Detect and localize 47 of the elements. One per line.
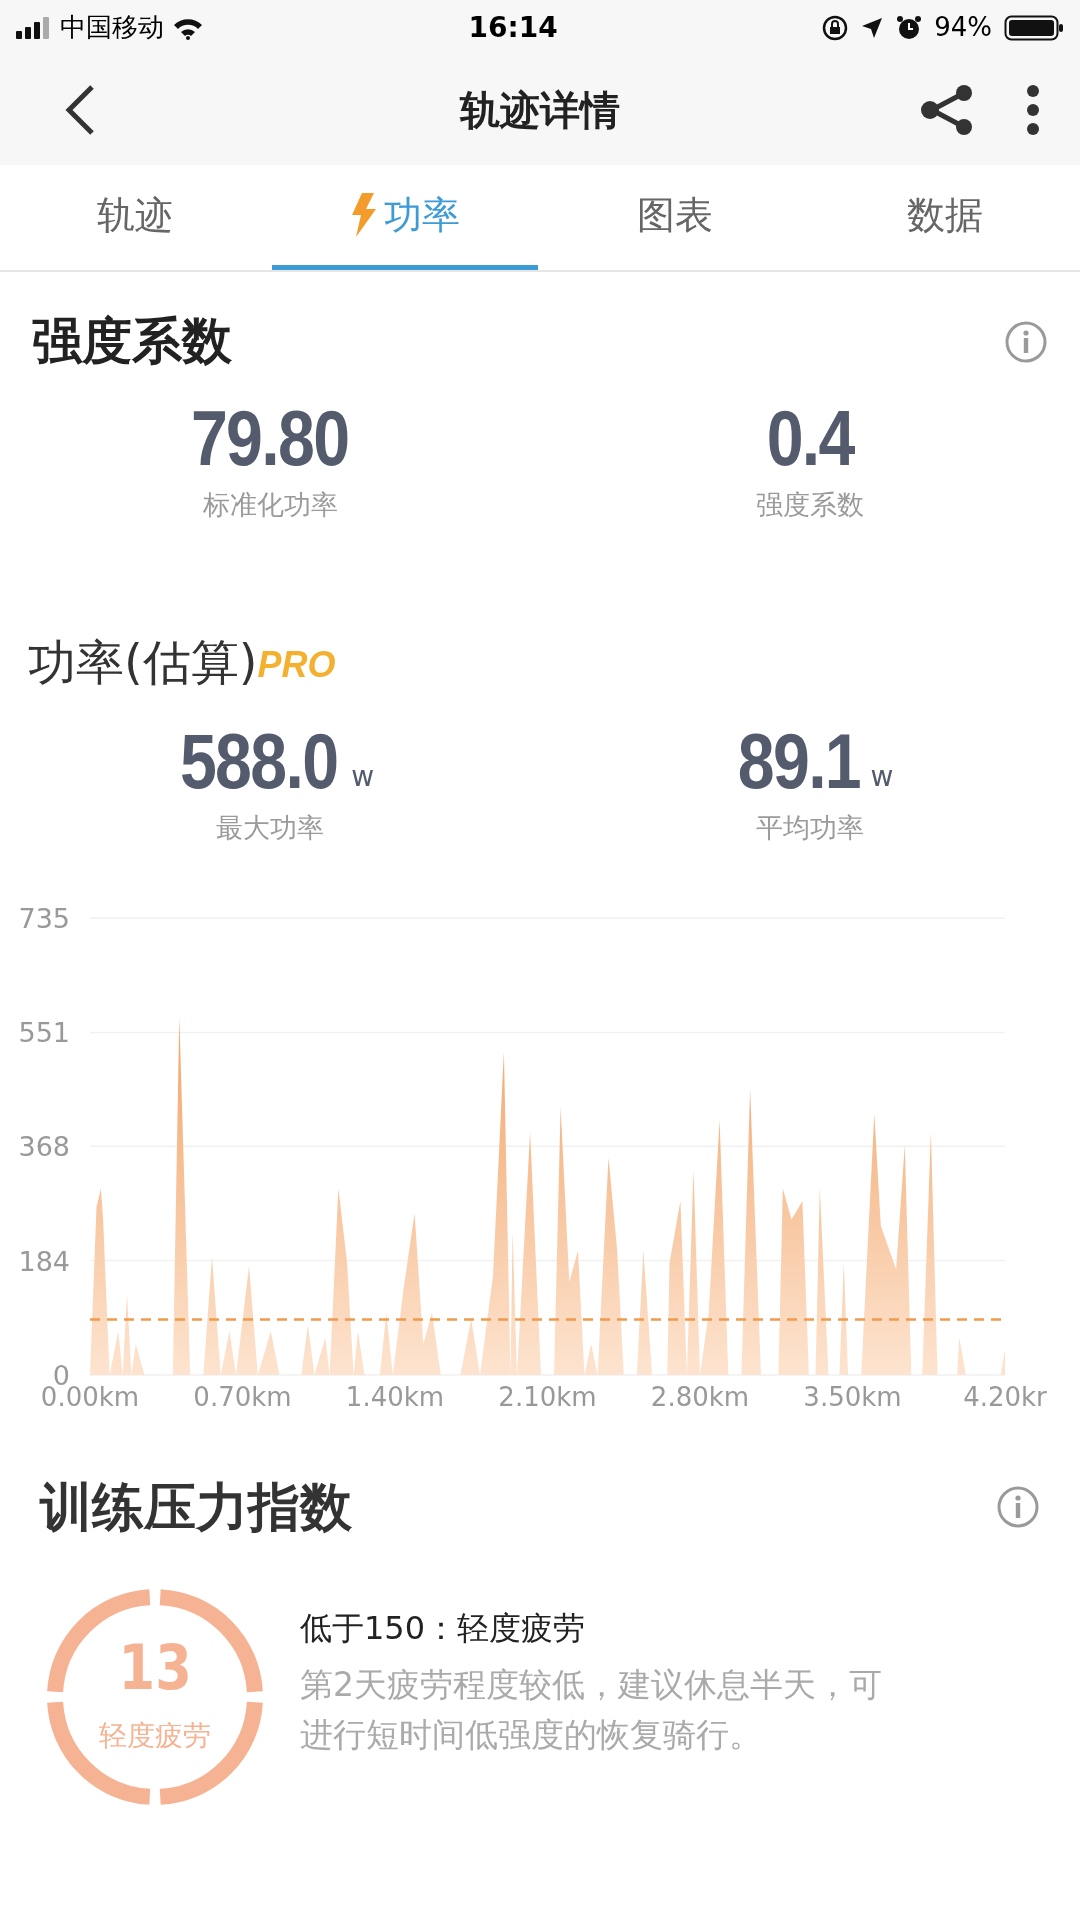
x-tick-label: 4.20kr xyxy=(963,1382,1047,1412)
alarm-icon xyxy=(896,14,923,41)
x-tick-label: 1.40km xyxy=(345,1382,445,1412)
page-title: 轨迹详情 xyxy=(460,86,620,135)
x-tick-label: 0.70km xyxy=(193,1382,292,1412)
metric-label: 标准化功率 xyxy=(202,488,338,522)
section-title: 功率(估算) xyxy=(28,632,258,692)
section-title: 训练压力指数 xyxy=(40,1476,352,1539)
metric-value: 79.80 xyxy=(191,399,349,477)
tab[interactable]: 功率 xyxy=(272,165,538,270)
metric-value: 89.1 xyxy=(737,721,860,800)
tab[interactable]: 轨迹 xyxy=(2,165,268,270)
tab[interactable]: 数据 xyxy=(812,165,1078,270)
back-icon[interactable] xyxy=(64,84,96,136)
metric-label: 平均功率 xyxy=(756,810,864,845)
x-tick-label: 3.50km xyxy=(803,1382,902,1412)
info-icon[interactable] xyxy=(1004,319,1048,364)
clock-time: 16:14 xyxy=(468,9,558,46)
metric-value: 0.4 xyxy=(766,399,854,477)
y-tick-label: 184 xyxy=(18,1245,70,1277)
fatigue-level: 轻度疲劳 xyxy=(99,1718,211,1754)
lightning-icon xyxy=(350,193,376,237)
share-icon[interactable] xyxy=(920,84,974,136)
info-icon[interactable] xyxy=(996,1485,1040,1529)
rotation-lock-icon xyxy=(822,14,849,41)
metric-label: 最大功率 xyxy=(216,810,324,845)
y-tick-label: 368 xyxy=(18,1131,70,1163)
tab[interactable]: 图表 xyxy=(542,165,808,270)
pro-label: PRO xyxy=(257,642,336,687)
stress-headline: 低于150：轻度疲劳 xyxy=(300,1608,587,1649)
metric-label: 强度系数 xyxy=(756,488,864,522)
unit-label: w xyxy=(870,758,894,795)
stress-score: 13 xyxy=(118,1637,192,1699)
section-title: 强度系数 xyxy=(32,311,232,372)
carrier-name: 中国移动 xyxy=(60,11,164,44)
more-icon[interactable] xyxy=(1026,84,1040,136)
unit-label: w xyxy=(351,758,375,795)
battery-percent: 94% xyxy=(934,11,992,44)
metric-value: 588.0 xyxy=(179,721,338,800)
battery-icon xyxy=(1004,14,1064,41)
stress-description: 第2天疲劳程度较低，建议休息半天，可进行短时间低强度的恢复骑行。 xyxy=(300,1664,883,1756)
signal-icon xyxy=(16,16,52,39)
location-icon xyxy=(860,15,885,40)
y-tick-label: 735 xyxy=(18,903,70,934)
x-tick-label: 2.80km xyxy=(650,1382,750,1412)
x-tick-label: 2.10km xyxy=(498,1382,597,1412)
y-tick-label: 551 xyxy=(18,1017,70,1049)
